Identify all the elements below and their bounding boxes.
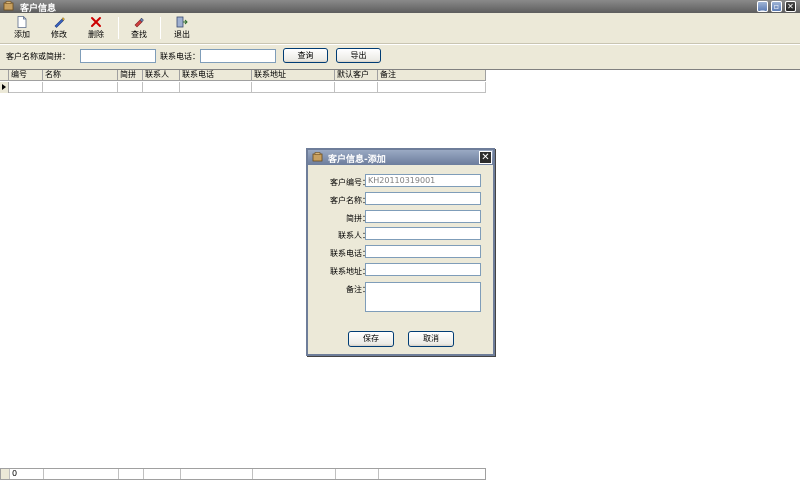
row-indicator [0,82,9,93]
edit-pencil-icon [54,17,65,28]
toolbar-separator [160,17,161,39]
phone-field[interactable] [365,245,481,258]
delete-x-icon [91,17,101,27]
minimize-button[interactable]: _ [757,1,768,12]
dialog-title: 客户信息-添加 [328,155,386,165]
dialog-title-bar[interactable]: 客户信息-添加 ✕ [308,150,493,165]
exit-door-icon [176,16,188,28]
footer-cell [44,469,119,479]
dialog-close-button[interactable]: ✕ [479,151,492,164]
toolbar-separator [118,17,119,39]
footer-cell [119,469,144,479]
edit-button[interactable]: 修改 [42,15,76,42]
edit-button-label: 修改 [51,30,67,39]
footer-cell [336,469,379,479]
column-header-abbr[interactable]: 简拼 [118,70,143,81]
search-bar: 客户名称或简拼： 联系电话： 查询 导出 [0,45,800,69]
table-row[interactable] [0,82,486,93]
column-header-remark[interactable]: 备注 [378,70,486,81]
footer-indicator [1,469,10,479]
find-button-label: 查找 [131,30,147,39]
find-button[interactable]: 查找 [122,15,156,42]
contact-field[interactable] [365,227,481,240]
footer-cell [181,469,253,479]
grid-header: 编号 名称 简拼 联系人 联系电话 联系地址 默认客户 备注 [0,70,486,81]
customer-name-field[interactable] [365,192,481,205]
table-cell[interactable] [118,82,143,93]
save-button[interactable]: 保存 [348,331,394,347]
main-window: 客户信息 _ ▫ ✕ 添加 修改 删除 查找 退出 客户名称或简拼： 联系电话：… [0,0,800,484]
address-label: 联系地址： [330,267,370,276]
table-cell[interactable] [9,82,43,93]
delete-button[interactable]: 删除 [79,15,113,42]
footer-cell [253,469,336,479]
column-header-id[interactable]: 编号 [9,70,43,81]
app-icon [312,152,323,162]
cancel-button[interactable]: 取消 [408,331,454,347]
table-cell[interactable] [43,82,118,93]
column-header-contact[interactable]: 联系人 [143,70,180,81]
customer-name-label: 客户名称： [330,196,370,205]
grid-corner [0,70,9,81]
row-pointer-icon [2,84,6,90]
add-button-label: 添加 [14,30,30,39]
find-icon [134,17,144,28]
table-cell[interactable] [180,82,252,93]
customer-id-field[interactable]: KH20110319001 [365,174,481,187]
phone-label: 联系电话： [160,52,200,61]
new-document-icon [17,16,27,28]
exit-button-label: 退出 [174,30,190,39]
app-icon [3,1,14,11]
footer-count: 0 [10,469,44,479]
export-button[interactable]: 导出 [336,48,381,63]
remark-textarea[interactable] [365,282,481,312]
grid-footer: 0 [0,468,486,480]
address-field[interactable] [365,263,481,276]
customer-name-input[interactable] [80,49,156,63]
phone-input[interactable] [200,49,276,63]
exit-button[interactable]: 退出 [165,15,199,42]
column-header-default[interactable]: 默认客户 [335,70,378,81]
restore-button[interactable]: ▫ [771,1,782,12]
title-bar: 客户信息 _ ▫ ✕ [0,0,800,14]
customer-name-label: 客户名称或简拼： [6,52,70,61]
column-header-name[interactable]: 名称 [43,70,118,81]
column-header-phone[interactable]: 联系电话 [180,70,252,81]
table-cell[interactable] [378,82,486,93]
table-cell[interactable] [335,82,378,93]
table-cell[interactable] [252,82,335,93]
phone-label: 联系电话： [330,249,370,258]
footer-cell [379,469,485,479]
toolbar: 添加 修改 删除 查找 退出 [0,13,800,44]
delete-button-label: 删除 [88,30,104,39]
column-header-address[interactable]: 联系地址 [252,70,335,81]
add-customer-dialog: 客户信息-添加 ✕ 客户编号： KH20110319001 客户名称： 简拼： … [306,148,495,356]
query-button[interactable]: 查询 [283,48,328,63]
close-button[interactable]: ✕ [785,1,796,12]
abbr-field[interactable] [365,210,481,223]
footer-cell [144,469,181,479]
add-button[interactable]: 添加 [5,15,39,42]
table-cell[interactable] [143,82,180,93]
customer-id-label: 客户编号： [330,178,370,187]
